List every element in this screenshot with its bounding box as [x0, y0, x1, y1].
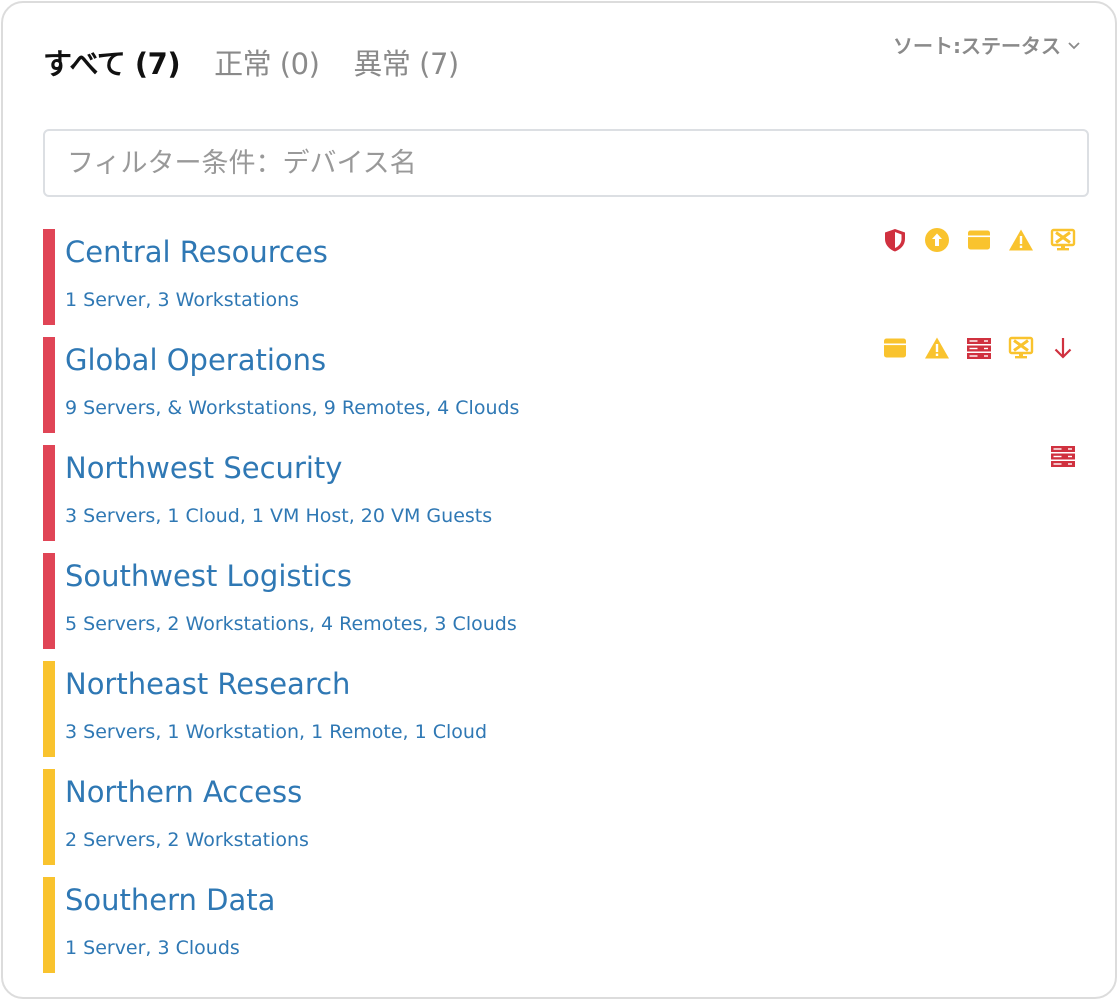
- tab-all[interactable]: すべて (7): [43, 41, 181, 83]
- group-title[interactable]: Southwest Logistics: [65, 559, 352, 593]
- shield-icon[interactable]: [881, 226, 909, 254]
- group-title[interactable]: Northern Access: [65, 775, 302, 809]
- status-bar: [43, 661, 55, 757]
- tab-normal[interactable]: 正常 (0): [214, 41, 320, 83]
- sort-label: ソート:ステータス: [893, 34, 1061, 58]
- device-group-row[interactable]: Southern Data 1 Server, 3 Clouds: [43, 877, 1089, 985]
- group-device-summary: 3 Servers, 1 Workstation, 1 Remote, 1 Cl…: [65, 721, 488, 743]
- tab-abnormal[interactable]: 異常 (7): [353, 41, 459, 83]
- status-bar: [43, 229, 55, 325]
- server-icon[interactable]: [965, 334, 993, 362]
- device-group-row[interactable]: Northeast Research 3 Servers, 1 Workstati…: [43, 661, 1089, 769]
- arrow-down-icon[interactable]: [1049, 334, 1077, 362]
- device-group-row[interactable]: Southwest Logistics 5 Servers, 2 Workstat…: [43, 553, 1089, 661]
- warning-icon[interactable]: [923, 334, 951, 362]
- status-bar: [43, 337, 55, 433]
- device-group-row[interactable]: Global Operations 9 Servers, & Workstatio…: [43, 334, 1089, 445]
- group-device-summary: 2 Servers, 2 Workstations: [65, 829, 309, 851]
- group-title[interactable]: Central Resources: [65, 235, 328, 269]
- monitor-error-icon[interactable]: [1007, 334, 1035, 362]
- group-device-summary: 3 Servers, 1 Cloud, 1 VM Host, 20 VM Gue…: [65, 505, 493, 527]
- sort-dropdown[interactable]: ソート:ステータス: [893, 30, 1081, 59]
- device-group-row[interactable]: Central Resources 1 Server, 3 Workstation…: [43, 226, 1089, 337]
- group-title[interactable]: Southern Data: [65, 883, 275, 917]
- device-group-row[interactable]: Northern Access 2 Servers, 2 Workstations: [43, 769, 1089, 877]
- group-title[interactable]: Global Operations: [65, 343, 326, 377]
- group-title[interactable]: Northeast Research: [65, 667, 350, 701]
- chevron-down-icon: [1068, 41, 1080, 49]
- status-tabs: すべて (7) 正常 (0) 異常 (7): [43, 41, 493, 83]
- group-device-summary: 1 Server, 3 Workstations: [65, 289, 300, 311]
- status-bar: [43, 877, 55, 973]
- device-group-panel: すべて (7) 正常 (0) 異常 (7) ソート:ステータス Central …: [1, 1, 1117, 999]
- status-bar: [43, 445, 55, 541]
- device-group-row[interactable]: Northwest Security 3 Servers, 1 Cloud, 1 …: [43, 445, 1089, 553]
- group-device-summary: 9 Servers, & Workstations, 9 Remotes, 4 …: [65, 397, 520, 419]
- server-icon[interactable]: [1049, 442, 1077, 470]
- window-icon[interactable]: [881, 334, 909, 362]
- status-bar: [43, 553, 55, 649]
- status-bar: [43, 769, 55, 865]
- device-name-filter-input[interactable]: [43, 129, 1089, 197]
- group-title[interactable]: Northwest Security: [65, 451, 342, 485]
- status-icons: [1049, 442, 1077, 470]
- group-device-summary: 5 Servers, 2 Workstations, 4 Remotes, 3 …: [65, 613, 517, 635]
- status-icons: [881, 226, 1077, 254]
- upload-circle-icon[interactable]: [923, 226, 951, 254]
- window-icon[interactable]: [965, 226, 993, 254]
- warning-icon[interactable]: [1007, 226, 1035, 254]
- status-icons: [881, 334, 1077, 362]
- device-group-list: Central Resources 1 Server, 3 Workstation…: [43, 226, 1089, 985]
- group-device-summary: 1 Server, 3 Clouds: [65, 937, 240, 959]
- monitor-error-icon[interactable]: [1049, 226, 1077, 254]
